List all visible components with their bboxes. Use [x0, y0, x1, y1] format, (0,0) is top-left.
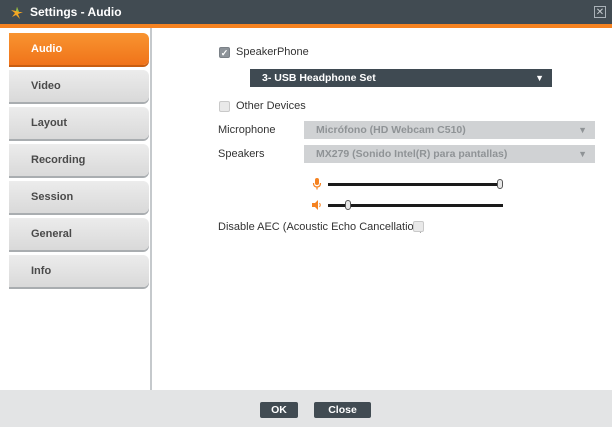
disable-aec-checkbox[interactable] [413, 221, 424, 232]
audio-settings-panel: ✓ SpeakerPhone 3- USB Headphone Set ▼ Ot… [152, 28, 612, 390]
speakers-select[interactable]: MX279 (Sonido Intel(R) para pantallas) ▼ [304, 145, 595, 163]
settings-sidebar: Audio Video Layout Recording Session Gen… [0, 28, 152, 390]
speakerphone-label: SpeakerPhone [236, 46, 309, 58]
close-icon[interactable]: ✕ [594, 6, 606, 18]
tab-audio[interactable]: Audio [9, 33, 149, 65]
ok-button[interactable]: OK [260, 402, 298, 418]
window-title: Settings - Audio [30, 5, 122, 19]
title-bar: Settings - Audio ✕ [0, 0, 612, 28]
microphone-value: Micrófono (HD Webcam C510) [316, 124, 466, 136]
app-logo-icon [11, 7, 23, 19]
speakers-value: MX279 (Sonido Intel(R) para pantallas) [316, 148, 508, 160]
microphone-icon [312, 178, 322, 190]
settings-window: Settings - Audio ✕ Audio Video Layout Re… [0, 0, 612, 427]
speakers-label: Speakers [218, 148, 265, 160]
speakerphone-device-select[interactable]: 3- USB Headphone Set ▼ [250, 69, 552, 87]
tab-layout[interactable]: Layout [9, 107, 149, 139]
tab-general[interactable]: General [9, 218, 149, 250]
disable-aec-label: Disable AEC (Acoustic Echo Cancellation) [218, 221, 424, 233]
microphone-volume-slider[interactable] [497, 179, 503, 189]
chevron-down-icon: ▼ [535, 73, 544, 83]
other-devices-checkbox[interactable] [219, 101, 230, 112]
tab-session[interactable]: Session [9, 181, 149, 213]
speaker-volume-slider[interactable] [344, 200, 351, 210]
dialog-footer: OK Close [0, 390, 612, 427]
speakerphone-device-value: 3- USB Headphone Set [262, 72, 376, 84]
tab-video[interactable]: Video [9, 70, 149, 102]
speaker-icon [312, 200, 321, 210]
tab-recording[interactable]: Recording [9, 144, 149, 176]
speaker-volume-track[interactable] [328, 204, 503, 207]
chevron-down-icon: ▼ [578, 125, 587, 135]
chevron-down-icon: ▼ [578, 149, 587, 159]
tab-info[interactable]: Info [9, 255, 149, 287]
speakerphone-checkbox[interactable]: ✓ [219, 47, 230, 58]
microphone-label: Microphone [218, 124, 276, 136]
microphone-select[interactable]: Micrófono (HD Webcam C510) ▼ [304, 121, 595, 139]
close-button[interactable]: Close [314, 402, 371, 418]
other-devices-label: Other Devices [236, 100, 306, 112]
microphone-volume-track[interactable] [328, 183, 503, 186]
